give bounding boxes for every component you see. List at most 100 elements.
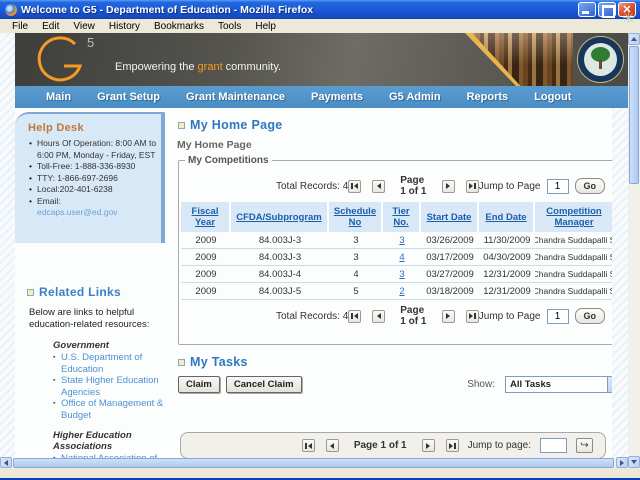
menu-bookmarks[interactable]: Bookmarks [147,21,211,32]
column-header-start-date[interactable]: Start Date [421,202,479,232]
help-desk-email-link[interactable]: edcaps.user@ed.gov [37,207,157,219]
column-header-competition-manager[interactable]: Competition Manager [535,202,612,232]
jump-go-arrow-button[interactable]: ↪ [576,438,593,453]
column-header-end-date[interactable]: End Date [479,202,535,232]
nav-item-g5-admin[interactable]: G5 Admin [376,91,454,103]
tier-no-link[interactable]: 3 [399,269,404,280]
menu-file[interactable]: File [5,21,35,32]
next-page-button[interactable] [442,310,455,323]
page-viewport: 5 Empowering the grant community. MainGr… [0,33,628,468]
help-desk-item: TTY: 1-866-697-2696 [28,173,157,185]
section-bullet-icon [178,359,185,366]
next-page-button[interactable] [442,180,455,193]
scroll-up-icon[interactable] [628,33,640,45]
first-page-button[interactable] [302,439,315,452]
pager-controls: Page 1 of 1 [348,175,479,197]
cell-fiscal-year: 2009 [181,249,231,266]
content-area: Help Desk Hours Of Operation: 8:00 AM to… [15,108,612,468]
claim-button[interactable]: Claim [178,376,220,393]
nav-item-reports[interactable]: Reports [454,91,522,103]
dept-of-education-seal-icon [577,36,624,83]
nav-item-grant-maintenance[interactable]: Grant Maintenance [173,91,298,103]
menu-help[interactable]: Help [248,21,283,32]
g5-logo-number: 5 [87,35,94,50]
go-button[interactable]: Go [575,308,606,324]
first-page-button[interactable] [348,310,361,323]
horizontal-scrollbar[interactable] [0,458,628,468]
last-page-button[interactable] [466,180,479,193]
banner-tagline: Empowering the grant community. [115,61,281,73]
window-title: Welcome to G5 - Department of Education … [21,4,578,16]
chevron-down-icon[interactable] [607,377,612,392]
help-desk-item: Toll-Free: 1-888-336-8930 [28,161,157,173]
scroll-right-icon[interactable] [616,457,628,468]
related-link[interactable]: U.S. Department of Education [53,352,167,375]
cell-cfda: 84.003J-4 [231,266,329,283]
cell-cfda: 84.003J-5 [231,283,329,300]
vertical-scrollbar[interactable] [628,33,640,468]
column-header-fiscal-year[interactable]: Fiscal Year [181,202,231,232]
vertical-scroll-thumb[interactable] [629,46,639,184]
related-links-group: GovernmentU.S. Department of EducationSt… [53,340,167,421]
horizontal-scroll-thumb[interactable] [13,458,614,468]
cell-tier-no: 3 [383,232,421,249]
column-header-cfda-subprogram[interactable]: CFDA/Subprogram [231,202,329,232]
page-indicator: Page 1 of 1 [400,305,427,327]
jump-to-page-input[interactable] [540,438,567,453]
show-tasks-select[interactable]: All Tasks [505,376,612,393]
related-links-group-heading: Government [53,340,167,351]
nav-item-logout[interactable]: Logout [521,91,584,103]
related-link[interactable]: Office of Management & Budget [53,398,167,421]
related-links-title: Related Links [27,285,167,299]
nav-item-main[interactable]: Main [33,91,84,103]
scroll-down-icon[interactable] [628,456,640,468]
tier-no-link[interactable]: 4 [399,252,404,263]
tier-no-link[interactable]: 2 [399,286,404,297]
menu-view[interactable]: View [66,21,102,32]
maximize-button[interactable] [598,2,616,17]
jump-to-page-input[interactable] [547,309,569,324]
cell-schedule-no: 5 [329,283,383,300]
cell-competition-manager: Chandra Suddapalli S [535,249,612,266]
next-page-button[interactable] [422,439,435,452]
cell-schedule-no: 3 [329,232,383,249]
column-header-schedule-no[interactable]: Schedule No [329,202,383,232]
cell-end-date: 12/31/2009 [479,283,535,300]
my-tasks-toolbar: Claim Cancel Claim Show: All Tasks [178,375,612,393]
go-button[interactable]: Go [575,178,606,194]
column-header-tier-no-[interactable]: Tier No. [383,202,421,232]
nav-item-grant-setup[interactable]: Grant Setup [84,91,173,103]
header-banner: 5 Empowering the grant community. [15,33,628,86]
menu-history[interactable]: History [102,21,147,32]
prev-page-button[interactable] [326,439,339,452]
jump-to-page-input[interactable] [547,179,569,194]
prev-page-button[interactable] [372,310,385,323]
cell-tier-no: 3 [383,266,421,283]
cell-competition-manager: Chandra Suddapalli S [535,283,612,300]
help-desk-panel: Help Desk Hours Of Operation: 8:00 AM to… [15,112,165,243]
cell-fiscal-year: 2009 [181,266,231,283]
menu-tools[interactable]: Tools [211,21,248,32]
nav-item-payments[interactable]: Payments [298,91,376,103]
page-subtitle: My Home Page [177,139,612,151]
prev-page-button[interactable] [372,180,385,193]
menu-edit[interactable]: Edit [35,21,66,32]
tier-no-link[interactable]: 3 [399,235,404,246]
cell-start-date: 03/26/2009 [421,232,479,249]
scroll-left-icon[interactable] [0,457,12,468]
last-page-button[interactable] [466,310,479,323]
cell-tier-no: 2 [383,283,421,300]
cell-cfda: 84.003J-3 [231,232,329,249]
section-bullet-icon [178,122,185,129]
first-page-button[interactable] [348,180,361,193]
main-navigation: MainGrant SetupGrant MaintenancePayments… [15,86,628,108]
page-indicator: Page 1 of 1 [354,440,407,451]
jump-to-page-label: Jump to Page [479,311,541,322]
minimize-button[interactable] [578,2,596,17]
pagination-top: Total Records: 4 Page 1 of 1 Jump to Pag… [181,174,612,198]
cancel-claim-button[interactable]: Cancel Claim [226,376,302,393]
cell-start-date: 03/18/2009 [421,283,479,300]
cell-end-date: 04/30/2009 [479,249,535,266]
last-page-button[interactable] [446,439,459,452]
related-link[interactable]: State Higher Education Agencies [53,375,167,398]
